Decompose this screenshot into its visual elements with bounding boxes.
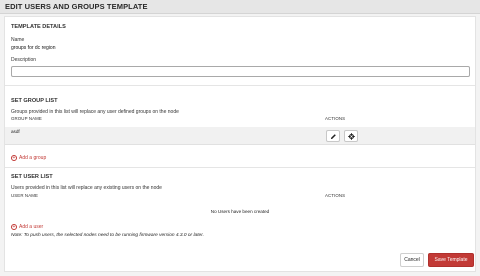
name-label: Name [11, 37, 25, 43]
add-group-label: Add a group [19, 155, 47, 161]
table-row: asdf [5, 127, 475, 145]
modal-title: EDIT USERS AND GROUPS TEMPLATE [5, 2, 148, 11]
divider [5, 85, 475, 86]
name-value: groups for dc region [11, 45, 56, 51]
group-actions-column-header: ACTIONS [325, 116, 346, 121]
pencil-icon [330, 133, 336, 139]
plus-circle-icon: + [11, 154, 17, 161]
empty-users-message: No Users have been created [210, 209, 270, 214]
modal-header: EDIT USERS AND GROUPS TEMPLATE [0, 0, 480, 14]
cancel-button[interactable]: Cancel [400, 253, 424, 267]
firmware-note: Note: To push users, the selected nodes … [11, 233, 204, 238]
group-list-heading: SET GROUP LIST [11, 98, 58, 104]
group-name-column-header: GROUP NAME [11, 116, 42, 121]
description-field[interactable] [11, 66, 470, 77]
add-user-label: Add a user [19, 224, 44, 230]
add-user-link[interactable]: + Add a user [11, 224, 43, 230]
delete-group-button[interactable] [344, 130, 358, 142]
user-actions-column-header: ACTIONS [325, 193, 346, 198]
add-group-link[interactable]: + Add a group [11, 155, 46, 161]
group-list-description: Groups provided in this list will replac… [11, 109, 179, 115]
template-details-heading: TEMPLATE DETAILS [11, 24, 66, 30]
edit-group-button[interactable] [326, 130, 340, 142]
group-name-cell: asdf [11, 129, 20, 134]
user-name-column-header: USER NAME [11, 193, 39, 198]
user-list-description: Users provided in this list will replace… [11, 185, 162, 191]
divider [5, 167, 475, 168]
modal-frame: EDIT USERS AND GROUPS TEMPLATE TEMPLATE … [0, 0, 480, 276]
form-panel: TEMPLATE DETAILS Name groups for dc regi… [4, 16, 476, 272]
user-list-heading: SET USER LIST [11, 174, 53, 180]
plus-circle-icon: + [11, 223, 17, 230]
save-template-button[interactable]: Save Template [428, 253, 474, 267]
gear-delete-icon [347, 132, 355, 140]
description-label: Description [11, 57, 37, 63]
